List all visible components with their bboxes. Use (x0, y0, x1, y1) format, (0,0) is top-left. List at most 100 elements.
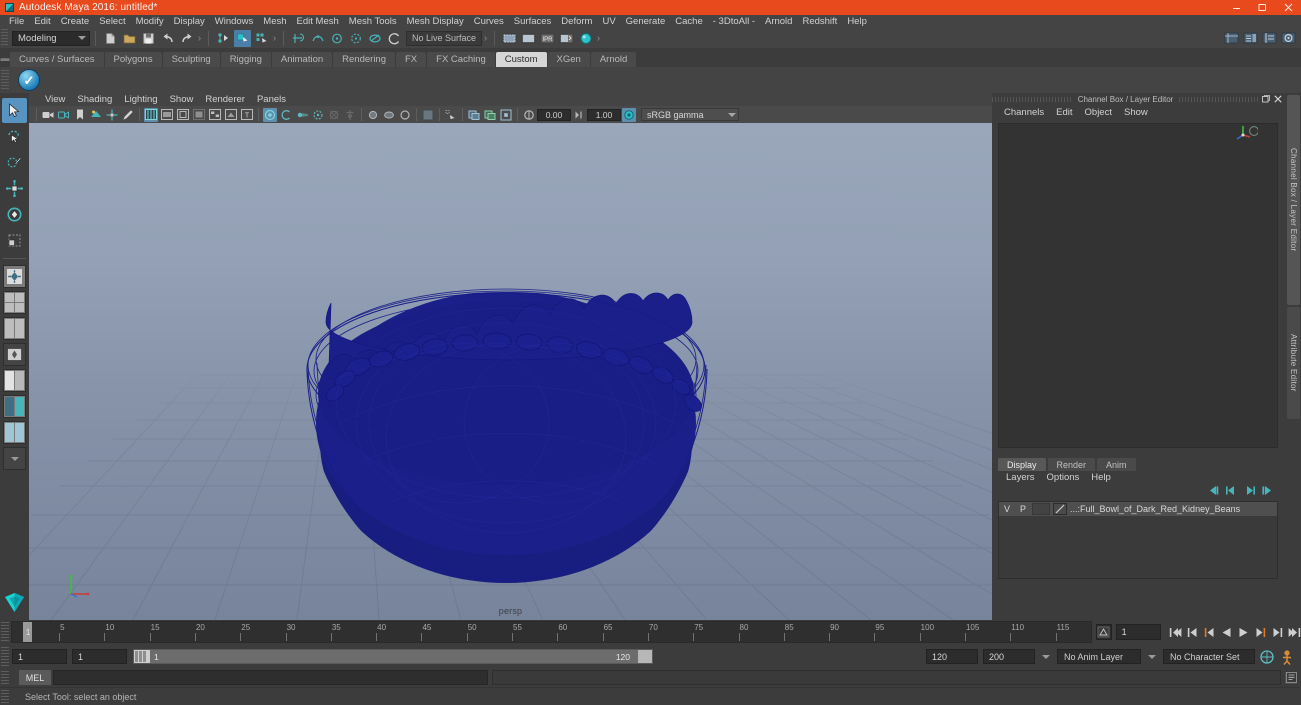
shelf-tab-custom[interactable]: Custom (495, 52, 547, 67)
snap-to-point-icon[interactable] (328, 30, 345, 47)
snap-to-view-plane-icon[interactable] (366, 30, 383, 47)
hypershade-icon[interactable] (577, 30, 594, 47)
viewport-menu-lighting[interactable]: Lighting (118, 93, 163, 106)
texture-filter-icon[interactable] (483, 108, 497, 122)
channel-box-menu-show[interactable]: Show (1118, 105, 1154, 121)
screen-space-ao-icon[interactable] (279, 108, 293, 122)
viewport-menu-renderer[interactable]: Renderer (199, 93, 251, 106)
chevron-down-icon[interactable] (1148, 654, 1156, 659)
layer-visibility-toggle[interactable]: V (999, 504, 1015, 514)
xray-icon[interactable] (366, 108, 380, 122)
gamma-icon[interactable] (572, 108, 586, 122)
command-output[interactable] (492, 670, 1281, 685)
toolbar-collapse-handle[interactable]: › (272, 31, 277, 46)
layer-row[interactable]: V P ...:Full_Bowl_of_Dark_Red_Kidney_Bea… (999, 502, 1277, 516)
layer-menu-help[interactable]: Help (1085, 471, 1117, 485)
shelf-tab-fx[interactable]: FX (396, 52, 427, 67)
toolbar-collapse-handle[interactable]: › (483, 31, 488, 46)
command-language-button[interactable]: MEL (19, 670, 51, 685)
new-scene-icon[interactable] (102, 30, 119, 47)
select-by-object-type-icon[interactable] (234, 29, 251, 47)
four-view-layout[interactable] (2, 290, 27, 315)
layer-name[interactable]: ...:Full_Bowl_of_Dark_Red_Kidney_Beans (1070, 504, 1240, 514)
select-camera-icon[interactable] (41, 108, 55, 122)
layer-menu-layers[interactable]: Layers (1000, 471, 1041, 485)
viewport-menu-show[interactable]: Show (164, 93, 200, 106)
more-layouts-dropdown[interactable] (2, 446, 27, 471)
menu-item-curves[interactable]: Curves (469, 15, 509, 28)
playback-end-field[interactable]: 120 (926, 649, 978, 664)
render-current-frame-icon[interactable] (520, 30, 537, 47)
viewport-framing-icon[interactable] (499, 108, 513, 122)
redo-icon[interactable] (178, 30, 195, 47)
lasso-select-tool[interactable] (2, 124, 27, 149)
channel-box-menu-edit[interactable]: Edit (1050, 105, 1078, 121)
layer-shading-toggle[interactable] (1032, 503, 1050, 515)
menu-item-deform[interactable]: Deform (556, 15, 597, 28)
menu-item-mesh[interactable]: Mesh (258, 15, 291, 28)
persp-outliner-layout[interactable] (2, 342, 27, 367)
two-pane-side-by-side-layout[interactable] (2, 316, 27, 341)
step-forward-key-icon[interactable] (1254, 625, 1267, 639)
exposure-icon[interactable] (522, 108, 536, 122)
layer-prev-key-icon[interactable] (1207, 485, 1220, 499)
grease-pencil-icon[interactable] (121, 108, 135, 122)
texture-icon[interactable] (224, 108, 238, 122)
playback-start-field[interactable]: 1 (72, 649, 127, 664)
texture-resolution-icon[interactable] (467, 108, 481, 122)
show-render-view-icon[interactable] (501, 30, 518, 47)
xray-active-components-icon[interactable] (398, 108, 412, 122)
xray-joints-icon[interactable] (382, 108, 396, 122)
bookmark-icon[interactable] (73, 108, 87, 122)
color-transform-selector[interactable]: sRGB gamma (641, 108, 739, 121)
menu-item-display[interactable]: Display (169, 15, 210, 28)
2d-pan-zoom-icon[interactable] (105, 108, 119, 122)
selected-mesh-wireframe[interactable] (29, 123, 992, 620)
shelf-tab-rendering[interactable]: Rendering (333, 52, 395, 67)
viewport-menu-view[interactable]: View (39, 93, 71, 106)
script-editor-icon[interactable] (1284, 670, 1298, 685)
step-back-key-icon[interactable] (1203, 625, 1216, 639)
menu-item-mesh-display[interactable]: Mesh Display (402, 15, 469, 28)
close-icon[interactable] (1275, 0, 1301, 15)
scale-tool[interactable] (2, 228, 27, 253)
snap-to-curve-icon[interactable] (309, 30, 326, 47)
character-set-field[interactable]: No Character Set (1163, 649, 1255, 664)
toolbar-collapse-handle[interactable]: › (197, 31, 202, 46)
menu-item-help[interactable]: Help (842, 15, 872, 28)
paint-select-tool[interactable] (2, 150, 27, 175)
range-slider-bar[interactable]: 1 120 (133, 649, 653, 664)
anim-end-field[interactable]: 200 (983, 649, 1035, 664)
restore-panel-icon[interactable] (1261, 94, 1271, 104)
maximize-icon[interactable] (1249, 0, 1275, 15)
show-hide-channel-box-icon[interactable] (1280, 29, 1297, 46)
menu-item-modify[interactable]: Modify (131, 15, 169, 28)
live-surface-field[interactable]: No Live Surface (406, 30, 483, 46)
motion-blur-icon[interactable] (295, 108, 309, 122)
menu-item-windows[interactable]: Windows (210, 15, 259, 28)
select-by-component-type-icon[interactable] (253, 30, 270, 47)
make-live-icon[interactable] (385, 30, 402, 47)
menu-item-select[interactable]: Select (94, 15, 130, 28)
exposure-value-field[interactable]: 0.00 (537, 108, 571, 121)
snap-to-projected-center-icon[interactable] (347, 30, 364, 47)
move-tool[interactable] (2, 176, 27, 201)
layer-menu-options[interactable]: Options (1041, 471, 1086, 485)
single-perspective-layout[interactable] (2, 264, 27, 289)
toolbar-collapse-handle[interactable]: › (596, 31, 601, 46)
help-line-grip[interactable] (1, 689, 9, 704)
3d-viewport[interactable]: persp (29, 123, 992, 620)
menu-item-cache[interactable]: Cache (670, 15, 707, 28)
menu-item-generate[interactable]: Generate (621, 15, 671, 28)
panel-drag-dots[interactable] (992, 96, 1072, 102)
current-frame-field[interactable]: 1 (1115, 624, 1161, 640)
layer-prev-icon[interactable] (1225, 485, 1238, 499)
color-management-icon[interactable] (622, 107, 636, 122)
smooth-shade-selected-icon[interactable] (176, 108, 190, 122)
time-slider[interactable]: 1 5 10 15 20 25 30 35 40 45 50 55 60 65 70 75 80 85 90 95 1… (10, 621, 1092, 643)
use-all-lights-icon[interactable]: T (240, 108, 254, 122)
undo-icon[interactable] (159, 30, 176, 47)
layer-tab-anim[interactable]: Anim (1097, 458, 1136, 471)
show-hide-editors-icon[interactable] (1223, 29, 1240, 46)
time-slider-grip[interactable] (1, 622, 9, 642)
